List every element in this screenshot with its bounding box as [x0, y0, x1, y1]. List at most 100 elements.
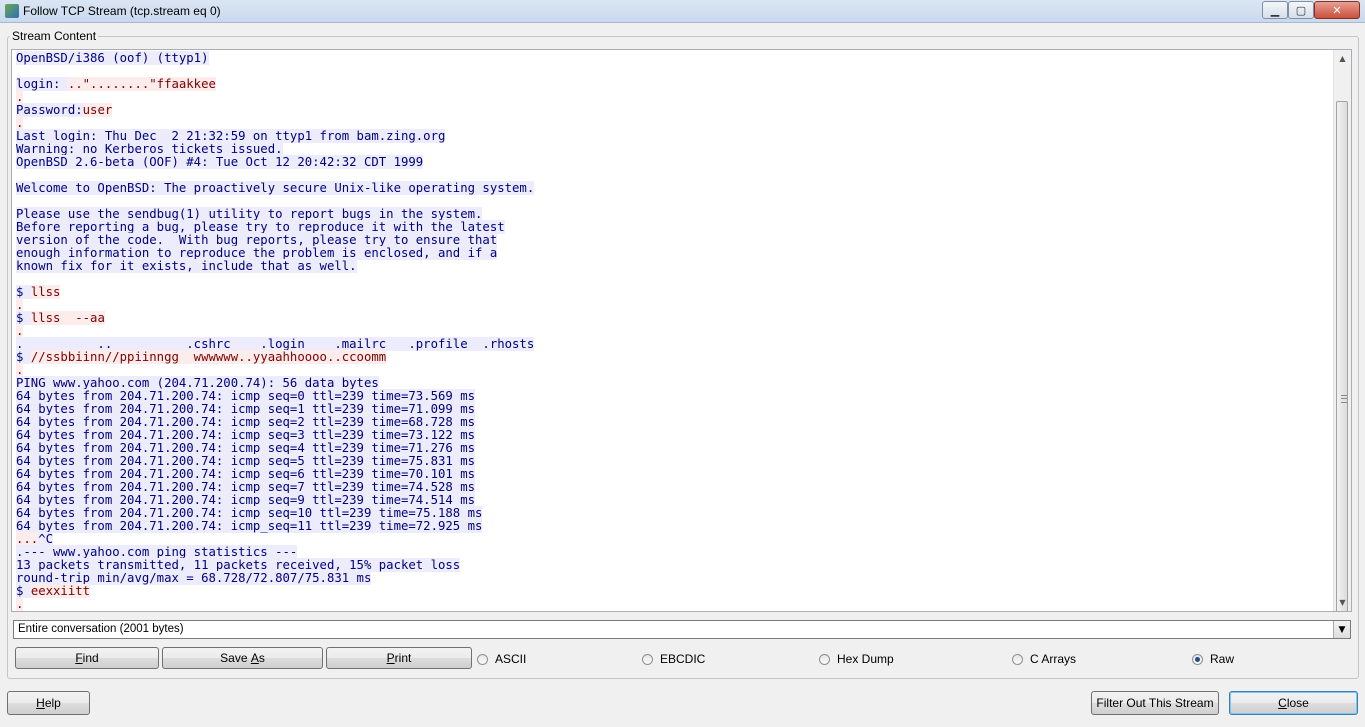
- stream-line: login: .."........"ffaakkee: [16, 77, 1331, 91]
- stream-line: round-trip min/avg/max = 68.728/72.807/7…: [16, 571, 1331, 585]
- radio-ebcdic-label: EBCDIC: [660, 652, 706, 666]
- conversation-select[interactable]: Entire conversation (2001 bytes) ▼: [13, 620, 1351, 639]
- client-text: .: [16, 597, 24, 611]
- server-text: known fix for it exists, include that as…: [16, 259, 357, 273]
- client-text: eexxiitt: [30, 584, 91, 598]
- stream-line: known fix for it exists, include that as…: [16, 259, 1331, 273]
- help-label: elp: [44, 696, 61, 710]
- client-text: llss --aa: [30, 311, 105, 325]
- server-text: ^C: [38, 532, 54, 546]
- find-label: ind: [82, 651, 99, 665]
- server-text: Password:: [16, 103, 83, 117]
- stream-line: OpenBSD/i386 (oof) (ttyp1): [16, 51, 1331, 65]
- scroll-thumb[interactable]: [1336, 101, 1348, 611]
- server-text: $: [16, 584, 31, 598]
- stream-text: OpenBSD/i386 (oof) (ttyp1) login: .."....…: [16, 51, 1331, 611]
- conversation-select-value: Entire conversation (2001 bytes): [18, 623, 184, 635]
- client-text: llss: [30, 285, 61, 299]
- close-label: lose: [1286, 696, 1309, 710]
- server-text: Last login: Thu Dec 2 21:32:59 on ttyp1 …: [16, 129, 446, 143]
- radio-raw-dot[interactable]: [1192, 653, 1203, 665]
- stream-line: $ llss: [16, 285, 1331, 299]
- server-text: OpenBSD 2.6-beta (OOF) #4: Tue Oct 12 20…: [16, 155, 424, 169]
- client-text: .: [16, 298, 24, 312]
- server-text: 13 packets transmitted, 11 packets recei…: [16, 558, 461, 572]
- scroll-down-arrow-icon[interactable]: ▼: [1334, 594, 1351, 611]
- stream-line: .: [16, 597, 1331, 611]
- grip-icon: [1341, 395, 1347, 403]
- server-text: Please use the sendbug(1) utility to rep…: [16, 207, 483, 221]
- client-text: user: [82, 103, 113, 117]
- radio-raw-label: Raw: [1210, 652, 1235, 666]
- server-text: enough information to reproduce the prob…: [16, 246, 498, 260]
- server-text: round-trip min/avg/max = 68.728/72.807/7…: [16, 571, 372, 585]
- client-text: .: [16, 324, 24, 338]
- client-text: ...: [16, 532, 39, 546]
- server-text: 64 bytes from 204.71.200.74: icmp_seq=7 …: [16, 480, 476, 494]
- save-as-mnemonic: A: [250, 651, 259, 665]
- print-label: rint: [394, 651, 412, 665]
- close-icon: ✕: [1332, 3, 1342, 17]
- close-window-button[interactable]: ✕: [1314, 1, 1360, 19]
- radio-ascii-label: ASCII: [495, 652, 527, 666]
- save-as-button[interactable]: Save As: [162, 647, 323, 669]
- maximize-button[interactable]: ▢: [1288, 1, 1314, 19]
- close-button[interactable]: Close: [1229, 691, 1358, 715]
- client-text: .: [16, 363, 24, 377]
- client-text: .: [16, 116, 24, 130]
- stream-line: [16, 273, 1331, 286]
- radio-c-arrays[interactable]: C Arrays: [1012, 652, 1076, 666]
- minimize-icon: ▁: [1270, 3, 1280, 17]
- server-text: Before reporting a bug, please try to re…: [16, 220, 505, 234]
- server-text: $: [16, 285, 31, 299]
- stream-line: Password:user: [16, 103, 1331, 117]
- stream-line: $ //ssbbiinn//ppiinngg wwwwww..yyaahhooo…: [16, 350, 1331, 364]
- server-text: 64 bytes from 204.71.200.74: icmp_seq=3 …: [16, 428, 476, 442]
- server-text: 64 bytes from 204.71.200.74: icmp_seq=2 …: [16, 415, 476, 429]
- radio-ebcdic[interactable]: EBCDIC: [642, 652, 705, 666]
- title-bar: Follow TCP Stream (tcp.stream eq 0) ▁ ▢ …: [0, 0, 1365, 23]
- radio-c-arrays-label: C Arrays: [1030, 652, 1077, 666]
- stream-line: Welcome to OpenBSD: The proactively secu…: [16, 181, 1331, 195]
- scroll-up-arrow-icon[interactable]: ▲: [1334, 50, 1351, 67]
- vertical-scrollbar[interactable]: ▲ ▼: [1333, 50, 1351, 611]
- radio-ascii[interactable]: ASCII: [477, 652, 526, 666]
- find-button[interactable]: Find: [15, 647, 159, 669]
- server-text: version of the code. With bug reports, p…: [16, 233, 498, 247]
- server-text: 64 bytes from 204.71.200.74: icmp_seq=11…: [16, 519, 483, 533]
- save-as-label-rest: s: [258, 651, 265, 665]
- server-text: . .. .cshrc .login .mailrc .profile .rho…: [16, 337, 535, 351]
- radio-ebcdic-dot[interactable]: [642, 653, 653, 665]
- save-as-label-pre: Save: [220, 651, 251, 665]
- server-text: 64 bytes from 204.71.200.74: icmp_seq=5 …: [16, 454, 476, 468]
- server-text: Warning: no Kerberos tickets issued.: [16, 142, 283, 156]
- radio-ascii-dot[interactable]: [477, 653, 488, 665]
- server-text: Welcome to OpenBSD: The proactively secu…: [16, 181, 535, 195]
- radio-c-arrays-dot[interactable]: [1012, 653, 1023, 665]
- server-text: 64 bytes from 204.71.200.74: icmp_seq=6 …: [16, 467, 476, 481]
- minimize-button[interactable]: ▁: [1262, 1, 1288, 19]
- print-mnemonic: P: [386, 651, 395, 665]
- chevron-down-icon[interactable]: ▼: [1333, 621, 1350, 638]
- find-mnemonic: F: [75, 651, 83, 665]
- stream-line: .: [16, 298, 1331, 312]
- maximize-icon: ▢: [1295, 3, 1307, 17]
- radio-hex-dump-dot[interactable]: [819, 653, 830, 665]
- stream-line: $ eexxiitt: [16, 584, 1331, 598]
- wireshark-app-icon: [5, 4, 19, 18]
- print-button[interactable]: Print: [326, 647, 472, 669]
- stream-line: OpenBSD 2.6-beta (OOF) #4: Tue Oct 12 20…: [16, 155, 1331, 169]
- stream-line: $ llss --aa: [16, 311, 1331, 325]
- close-mnemonic: C: [1278, 696, 1287, 710]
- server-text: 64 bytes from 204.71.200.74: icmp_seq=10…: [16, 506, 483, 520]
- stream-content-legend: Stream Content: [10, 29, 99, 43]
- filter-out-stream-button[interactable]: Filter Out This Stream: [1091, 691, 1219, 715]
- radio-hex-dump[interactable]: Hex Dump: [819, 652, 894, 666]
- client-text: .: [16, 90, 24, 104]
- server-text: login:: [16, 77, 68, 91]
- stream-text-area[interactable]: OpenBSD/i386 (oof) (ttyp1) login: .."....…: [11, 49, 1352, 612]
- filter-out-label: Filter Out This Stream: [1096, 696, 1214, 710]
- server-text: 64 bytes from 204.71.200.74: icmp_seq=4 …: [16, 441, 476, 455]
- help-button[interactable]: Help: [7, 691, 90, 715]
- radio-raw[interactable]: Raw: [1192, 652, 1234, 666]
